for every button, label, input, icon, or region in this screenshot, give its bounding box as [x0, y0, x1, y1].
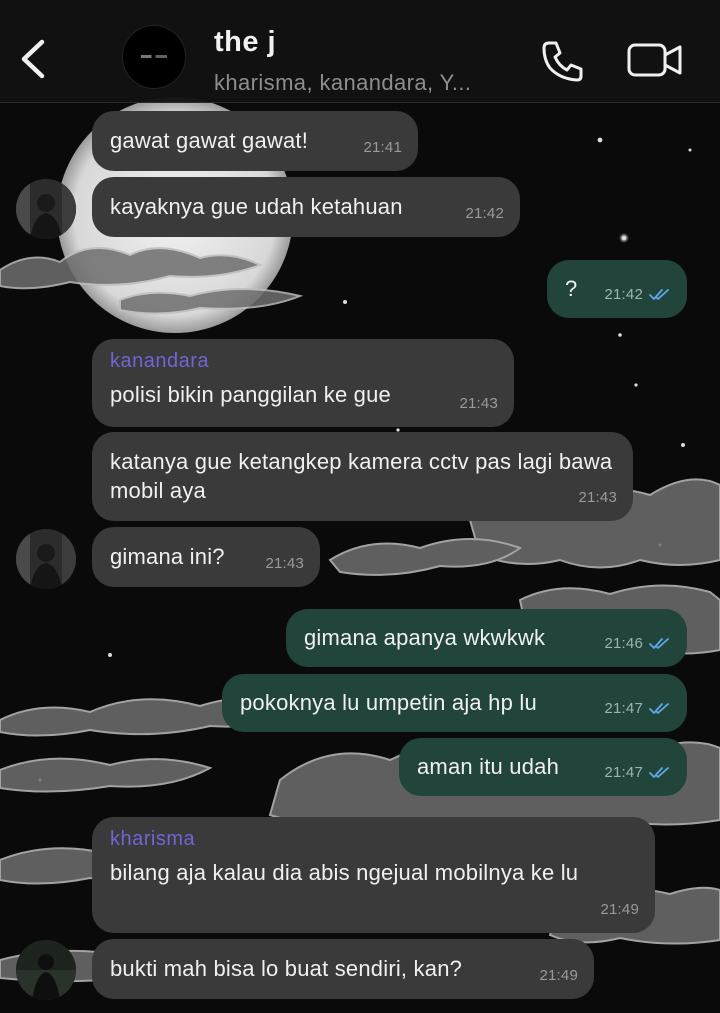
- sender-avatar[interactable]: [16, 179, 76, 239]
- message-timestamp: 21:49: [600, 901, 639, 918]
- message-time: 21:47: [604, 694, 671, 723]
- message-time: 21:43: [459, 389, 498, 418]
- phone-icon[interactable]: [540, 38, 586, 84]
- message-bubble[interactable]: katanya gue ketangkep kamera cctv pas la…: [92, 432, 633, 521]
- message-time: 21:49: [600, 895, 639, 924]
- message-text: bilang aja kalau dia abis ngejual mobiln…: [110, 860, 579, 885]
- message-time: 21:42: [465, 199, 504, 228]
- sender-avatar[interactable]: [16, 529, 76, 589]
- sender-avatar[interactable]: [16, 940, 76, 1000]
- group-avatar[interactable]: [122, 25, 186, 89]
- message-timestamp: 21:42: [465, 205, 504, 222]
- message-bubble[interactable]: aman itu udah 21:47: [399, 738, 687, 796]
- chat-screen: the j kharisma, kanandara, Y... gawat ga…: [0, 0, 720, 1013]
- message-timestamp: 21:47: [604, 700, 643, 717]
- message-time: 21:49: [539, 961, 578, 990]
- message-text: gawat gawat gawat!: [110, 128, 309, 153]
- message-timestamp: 21:42: [604, 286, 643, 303]
- message-timestamp: 21:46: [604, 635, 643, 652]
- message-text: bukti mah bisa lo buat sendiri, kan?: [110, 956, 463, 981]
- message-bubble[interactable]: pokoknya lu umpetin aja hp lu 21:47: [222, 674, 687, 732]
- message-time: 21:43: [265, 549, 304, 578]
- message-timestamp: 21:43: [265, 555, 304, 572]
- sender-name[interactable]: kharisma: [110, 825, 637, 854]
- message-text: kayaknya gue udah ketahuan: [110, 194, 403, 219]
- sender-name[interactable]: kanandara: [110, 347, 496, 376]
- message-bubble[interactable]: gawat gawat gawat! 21:41: [92, 111, 418, 171]
- message-bubble[interactable]: gimana ini? 21:43: [92, 527, 320, 587]
- video-camera-icon[interactable]: [626, 40, 684, 80]
- chevron-left-icon[interactable]: [14, 36, 54, 82]
- message-timestamp: 21:41: [363, 139, 402, 156]
- double-check-icon: [649, 637, 669, 649]
- message-timestamp: 21:43: [578, 489, 617, 506]
- message-bubble[interactable]: kayaknya gue udah ketahuan 21:42: [92, 177, 520, 237]
- message-timestamp: 21:43: [459, 395, 498, 412]
- chat-members[interactable]: kharisma, kanandara, Y...: [214, 70, 471, 96]
- message-bubble[interactable]: gimana apanya wkwkwk 21:46: [286, 609, 687, 667]
- message-text: polisi bikin panggilan ke gue: [110, 382, 391, 407]
- chat-header: the j kharisma, kanandara, Y...: [0, 0, 720, 103]
- message-timestamp: 21:47: [604, 764, 643, 781]
- message-bubble[interactable]: bukti mah bisa lo buat sendiri, kan? 21:…: [92, 939, 594, 999]
- message-bubble[interactable]: ? 21:42: [547, 260, 687, 318]
- message-time: 21:43: [578, 483, 617, 512]
- message-text: katanya gue ketangkep kamera cctv pas la…: [110, 449, 613, 503]
- double-check-icon: [649, 288, 669, 300]
- double-check-icon: [649, 766, 669, 778]
- message-bubble[interactable]: kharisma bilang aja kalau dia abis ngeju…: [92, 817, 655, 933]
- message-time: 21:47: [604, 758, 671, 787]
- message-time: 21:41: [363, 133, 402, 162]
- message-time: 21:42: [604, 280, 671, 309]
- group-avatar-mark: [141, 55, 167, 58]
- chat-title[interactable]: the j: [214, 26, 276, 59]
- message-bubble[interactable]: kanandara polisi bikin panggilan ke gue …: [92, 339, 514, 427]
- message-time: 21:46: [604, 629, 671, 658]
- double-check-icon: [649, 702, 669, 714]
- message-timestamp: 21:49: [539, 967, 578, 984]
